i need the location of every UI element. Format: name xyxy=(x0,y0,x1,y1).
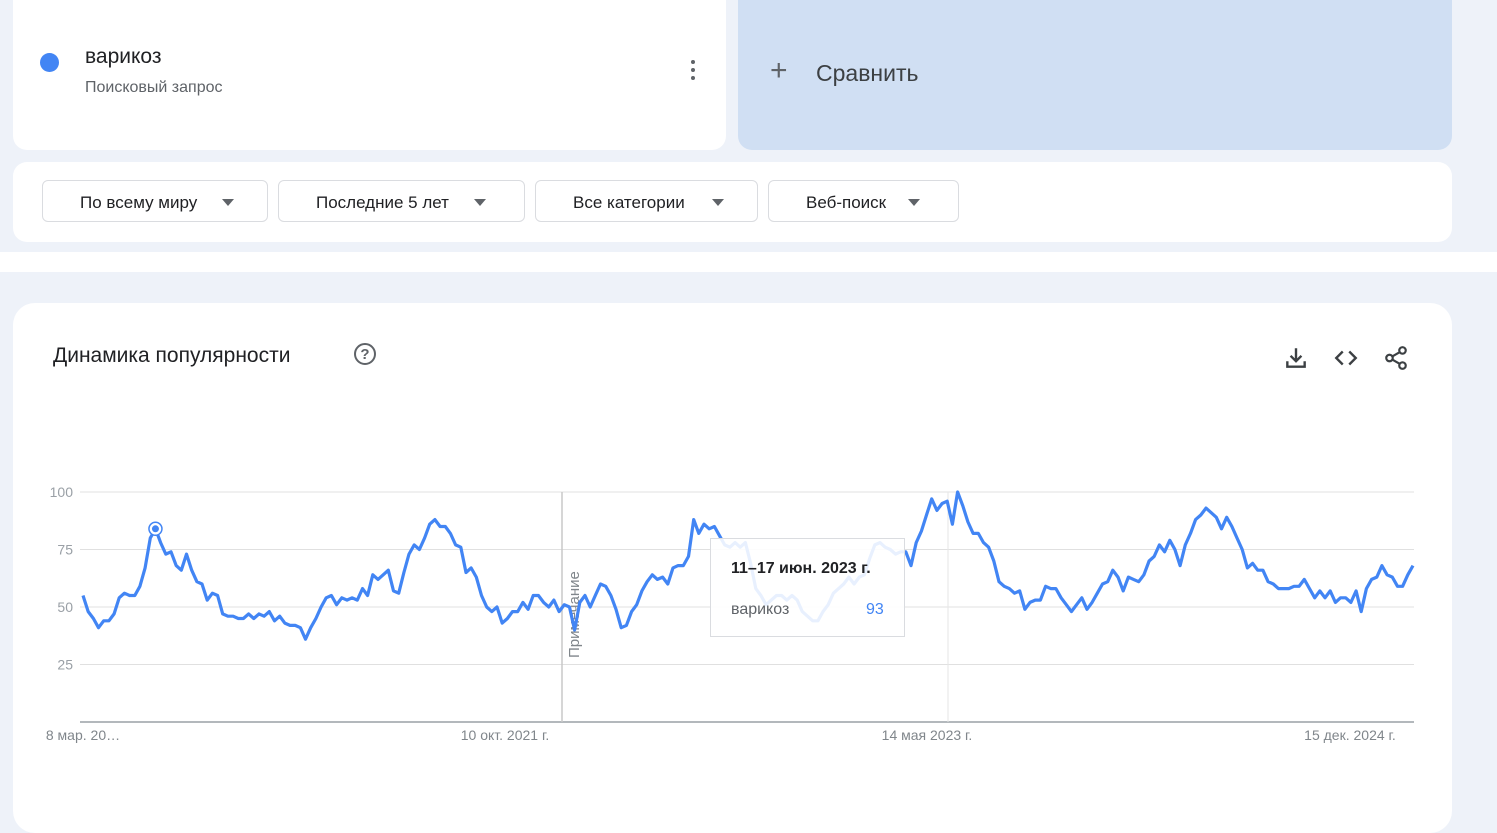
filter-bar: По всему миру Последние 5 лет Все катего… xyxy=(13,162,1452,242)
compare-label: Сравнить xyxy=(816,60,919,86)
caret-down-icon xyxy=(222,199,234,206)
plus-icon: + xyxy=(770,54,788,87)
tooltip-date: 11–17 июн. 2023 г. xyxy=(731,560,871,577)
help-icon[interactable]: ? xyxy=(354,343,376,365)
filter-search-type[interactable]: Веб-поиск xyxy=(768,180,959,222)
filter-category[interactable]: Все категории xyxy=(535,180,758,222)
filter-category-label: Все категории xyxy=(573,193,685,212)
filter-region-label: По всему миру xyxy=(80,193,198,212)
embed-icon[interactable] xyxy=(1333,345,1359,371)
caret-down-icon xyxy=(712,199,724,206)
download-icon[interactable] xyxy=(1283,345,1309,371)
tooltip-term: варикоз xyxy=(731,601,790,618)
chart-title: Динамика популярности xyxy=(53,344,291,367)
search-term-card[interactable]: варикоз Поисковый запрос xyxy=(13,0,726,150)
tooltip-value: 93 xyxy=(866,601,884,618)
divider-band xyxy=(0,252,1497,272)
share-icon[interactable] xyxy=(1383,345,1409,371)
filter-time-range[interactable]: Последние 5 лет xyxy=(278,180,525,222)
more-options-icon[interactable] xyxy=(683,60,703,84)
filter-search-type-label: Веб-поиск xyxy=(806,193,887,212)
chart-tooltip: 11–17 июн. 2023 г. варикоз 93 xyxy=(710,538,905,637)
series-color-dot xyxy=(40,53,59,72)
caret-down-icon xyxy=(474,199,486,206)
filter-time-range-label: Последние 5 лет xyxy=(316,193,449,212)
compare-button[interactable]: + Сравнить xyxy=(738,0,1452,150)
filter-region[interactable]: По всему миру xyxy=(42,180,268,222)
search-term-name[interactable]: варикоз xyxy=(85,45,162,69)
caret-down-icon xyxy=(908,199,920,206)
search-term-type: Поисковый запрос xyxy=(85,79,223,96)
